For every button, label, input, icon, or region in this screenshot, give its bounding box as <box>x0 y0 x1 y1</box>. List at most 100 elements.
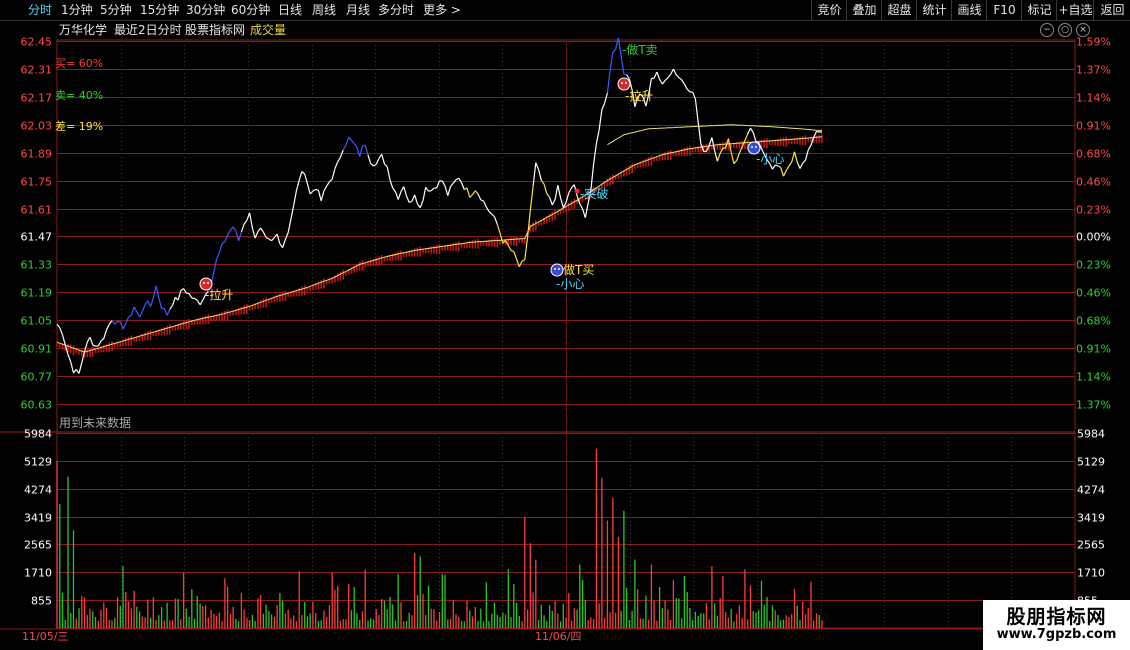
price-line-segment <box>661 80 666 85</box>
price-line-segment <box>428 190 432 192</box>
price-line-segment <box>323 185 328 192</box>
price-line-segment <box>598 109 603 131</box>
happy-face-icon-eye <box>625 82 627 84</box>
price-line-segment <box>667 73 672 79</box>
price-line-segment <box>150 298 154 307</box>
price-line-segment <box>681 79 685 85</box>
price-line-segment <box>136 311 141 318</box>
price-tick-label: 61.89 <box>21 148 53 161</box>
breakout-label: -突破 <box>580 186 608 201</box>
price-line-segment <box>557 185 562 199</box>
price-line-segment <box>386 166 391 180</box>
pct-tick-label: 0.46% <box>1076 176 1111 189</box>
price-line-segment <box>196 299 201 306</box>
price-line-segment <box>392 187 396 193</box>
price-line-segment <box>117 320 121 323</box>
future-data-label: 用到未来数据 <box>59 415 131 430</box>
price-line-segment <box>782 170 787 177</box>
price-line-segment <box>568 187 573 194</box>
price-tick-label: 61.61 <box>21 204 53 217</box>
pct-tick-label: 0.68% <box>1076 148 1111 161</box>
price-line-segment <box>70 361 75 374</box>
price-line-segment <box>67 354 72 363</box>
price-line-segment <box>229 226 234 231</box>
price-line-segment <box>752 132 757 142</box>
pct-tick-label: 0.68% <box>1076 315 1111 328</box>
pull-up-label: -拉升 <box>625 88 653 103</box>
price-line-segment <box>516 258 520 267</box>
careful-label: -小心 <box>756 152 784 166</box>
price-line-segment <box>455 177 460 181</box>
price-line-segment <box>356 146 361 157</box>
pct-tick-label: 0.23% <box>1076 204 1111 217</box>
price-line-segment <box>254 231 259 239</box>
price-line-segment <box>807 144 812 151</box>
price-line-segment <box>130 306 135 316</box>
breakout-dot <box>574 188 580 194</box>
volume-tick-label: 3419 <box>24 512 52 525</box>
price-line-segment <box>89 336 94 346</box>
price-line-segment <box>243 219 248 225</box>
price-line-segment <box>317 190 322 202</box>
price-line-segment <box>353 143 358 148</box>
price-line-segment <box>345 137 350 146</box>
price-line-segment <box>659 79 663 85</box>
price-line-segment <box>733 160 738 165</box>
price-line-segment <box>119 321 124 330</box>
price-line-segment <box>653 71 658 79</box>
price-line-segment <box>785 165 790 172</box>
price-line-segment <box>623 73 627 76</box>
volume-tick-label-right: 3419 <box>1077 512 1105 525</box>
price-line-segment <box>172 297 176 306</box>
price-line-segment <box>480 199 484 202</box>
price-line-segment <box>788 161 793 167</box>
price-line-segment <box>199 299 204 306</box>
price-line-segment <box>554 185 559 200</box>
happy-face-icon-eye <box>207 282 209 284</box>
price-line-segment <box>320 190 325 202</box>
price-line-segment <box>260 227 264 233</box>
price-line-segment <box>240 223 245 233</box>
price-line-segment <box>488 210 493 215</box>
price-line-segment <box>348 136 352 141</box>
price-line-segment <box>331 168 336 180</box>
price-line-segment <box>301 170 306 175</box>
price-line-segment <box>708 137 713 146</box>
price-line-segment <box>213 258 218 273</box>
price-line-segment <box>408 200 413 204</box>
price-line-segment <box>315 188 319 191</box>
price-line-segment <box>601 102 606 110</box>
price-line-segment <box>543 184 548 194</box>
price-line-segment <box>287 219 292 233</box>
price-line-segment <box>422 187 427 201</box>
price-line-segment <box>444 185 449 196</box>
x-date-label: 11/06/四 <box>535 630 581 643</box>
price-line-segment <box>108 320 113 325</box>
volume-tick-label: 5129 <box>24 456 52 469</box>
price-line-segment <box>367 154 372 164</box>
price-line-segment <box>194 297 198 301</box>
price-line-segment <box>518 260 523 267</box>
price-line-segment <box>337 156 341 163</box>
price-line-segment <box>664 77 669 81</box>
price-line-segment <box>155 285 160 298</box>
price-line-segment <box>375 158 380 165</box>
price-line-segment <box>400 186 405 192</box>
price-tick-label: 61.19 <box>21 287 53 300</box>
volume-tick-label-right: 2565 <box>1077 539 1105 552</box>
price-line-segment <box>604 92 608 104</box>
price-line-segment <box>218 243 223 253</box>
price-line-segment <box>678 77 683 81</box>
price-line-segment <box>224 234 229 242</box>
price-line-segment <box>293 190 297 206</box>
price-line-segment <box>249 212 253 229</box>
price-line-segment <box>482 200 487 208</box>
price-line-segment <box>560 198 564 208</box>
volume-tick-label-right: 1710 <box>1077 567 1105 580</box>
watermark: 股朋指标网 www.7gpzb.com <box>983 600 1130 650</box>
price-line-segment <box>403 186 408 197</box>
price-line-segment <box>92 344 96 347</box>
price-line-segment <box>460 182 465 190</box>
sad-face-icon <box>550 263 564 277</box>
price-line-segment <box>535 162 540 170</box>
